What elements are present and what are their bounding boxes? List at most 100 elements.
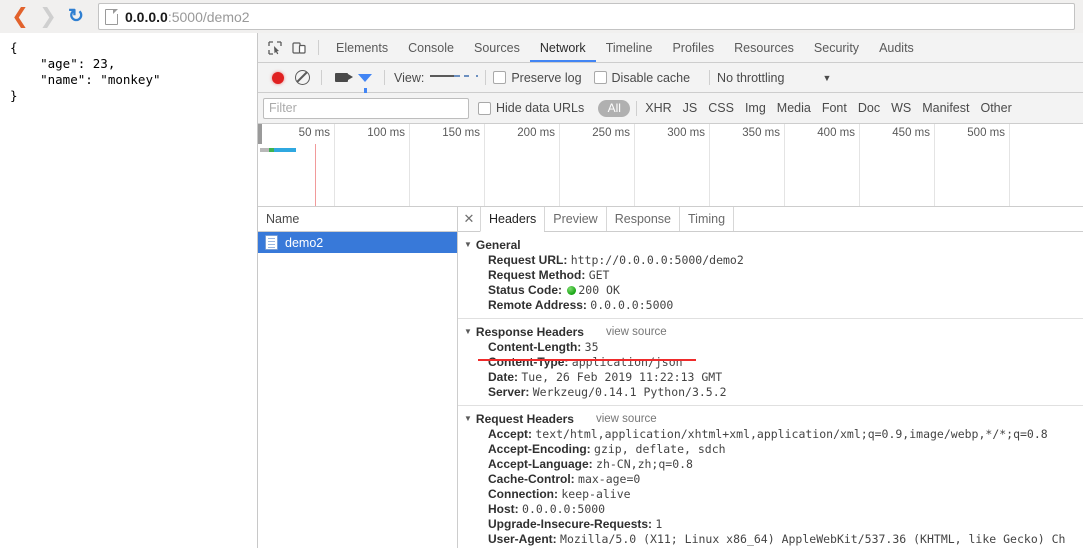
network-split-pane: Name demo2 ✕ Headers Preview Response Ti… (258, 207, 1083, 548)
page-viewport: { "age": 23, "name": "monkey" } (0, 33, 258, 548)
checkbox-box (493, 71, 507, 84)
header-key: Upgrade-Insecure-Requests: (488, 517, 653, 531)
hide-data-urls-checkbox[interactable]: Hide data URLs (478, 101, 584, 115)
filter-type-js[interactable]: JS (683, 101, 698, 115)
clear-icon[interactable] (290, 67, 314, 89)
header-row: Request Method: GET (464, 268, 1083, 283)
devtools-tabbar: Elements Console Sources Network Timelin… (258, 33, 1083, 63)
header-row: Cache-Control: max-age=0 (464, 472, 1083, 487)
tab-profiles[interactable]: Profiles (662, 34, 724, 62)
headers-content: ▼ General Request URL: http://0.0.0.0:50… (458, 232, 1083, 548)
header-row-content-type: Content-Type: application/json (464, 355, 1083, 370)
section-response-headers-title[interactable]: ▼ Response Headers view source (464, 324, 1083, 340)
funnel-filter-icon[interactable] (353, 67, 377, 93)
detail-tab-headers[interactable]: Headers (480, 207, 545, 232)
triangle-down-icon: ▼ (464, 327, 472, 336)
throttling-dropdown[interactable]: No throttling ▼ (717, 71, 831, 85)
disable-cache-checkbox[interactable]: Disable cache (593, 70, 691, 85)
tab-resources[interactable]: Resources (724, 34, 804, 62)
triangle-down-icon: ▼ (464, 240, 472, 249)
filter-type-other[interactable]: Other (980, 101, 1011, 115)
detail-tab-preview[interactable]: Preview (544, 207, 605, 231)
header-value: 0.0.0.0:5000 (522, 502, 606, 516)
waterfall-view-icon[interactable] (454, 67, 479, 89)
overview-tick-label: 400 ms (817, 127, 855, 139)
column-header-name: Name (258, 207, 457, 232)
section-request-headers-title[interactable]: ▼ Request Headers view source (464, 411, 1083, 427)
tab-elements[interactable]: Elements (326, 34, 398, 62)
filter-type-manifest[interactable]: Manifest (922, 101, 969, 115)
filter-type-ws[interactable]: WS (891, 101, 911, 115)
detail-tab-timing[interactable]: Timing (679, 207, 735, 231)
section-general-title[interactable]: ▼ General (464, 237, 1083, 253)
filter-input[interactable] (263, 97, 469, 119)
tab-sources[interactable]: Sources (464, 34, 530, 62)
controls-divider-2 (384, 70, 385, 85)
network-overview-timeline[interactable]: 50 ms 100 ms 150 ms 200 ms 250 ms 300 ms… (258, 124, 1083, 207)
header-key: Connection: (488, 487, 558, 501)
header-key: Remote Address: (488, 298, 587, 312)
tab-console[interactable]: Console (398, 34, 464, 62)
filter-type-doc[interactable]: Doc (858, 101, 880, 115)
close-icon[interactable]: ✕ (458, 207, 480, 231)
section-response-headers: ▼ Response Headers view source Content-L… (458, 318, 1083, 405)
header-row: Server: Werkzeug/0.14.1 Python/3.5.2 (464, 385, 1083, 400)
json-response-body: { "age": 23, "name": "monkey" } (10, 40, 161, 103)
header-value: application/json (571, 355, 683, 369)
throttling-value: No throttling (717, 70, 785, 85)
header-row: Upgrade-Insecure-Requests: 1 (464, 517, 1083, 532)
request-detail-pane: ✕ Headers Preview Response Timing ▼ Gene… (458, 207, 1083, 548)
section-title-text: General (475, 238, 521, 252)
camera-icon[interactable] (329, 67, 353, 89)
tab-security[interactable]: Security (804, 34, 869, 62)
filter-type-all[interactable]: All (598, 99, 631, 117)
filter-type-font[interactable]: Font (822, 101, 847, 115)
header-value: keep-alive (561, 487, 631, 501)
forward-arrow-icon[interactable]: ❯ (34, 3, 62, 31)
device-toolbar-icon[interactable] (287, 37, 311, 59)
preserve-log-checkbox[interactable]: Preserve log (493, 71, 582, 85)
view-label: View: (394, 70, 425, 85)
tab-timeline[interactable]: Timeline (596, 34, 663, 62)
header-value: 35 (584, 340, 599, 354)
overview-request-bar (260, 148, 296, 152)
filter-type-img[interactable]: Img (745, 101, 766, 115)
disable-cache-label: Disable cache (611, 70, 691, 85)
header-key: Host: (488, 502, 519, 516)
view-source-link[interactable]: view source (596, 411, 657, 427)
header-row: Content-Length: 35 (464, 340, 1083, 355)
overview-tick-label: 300 ms (667, 127, 705, 139)
header-row: Request URL: http://0.0.0.0:5000/demo2 (464, 253, 1083, 268)
list-view-icon[interactable] (430, 67, 455, 89)
overview-event-marker (315, 144, 316, 206)
header-row: Date: Tue, 26 Feb 2019 11:22:13 GMT (464, 370, 1083, 385)
header-value: GET (588, 268, 610, 282)
header-row: Accept: text/html,application/xhtml+xml,… (464, 427, 1083, 442)
back-arrow-icon[interactable]: ❮ (6, 3, 34, 31)
filter-type-media[interactable]: Media (777, 101, 811, 115)
overview-tick-label: 150 ms (442, 127, 480, 139)
detail-tab-response[interactable]: Response (605, 207, 679, 231)
header-value: 0.0.0.0:5000 (590, 298, 674, 312)
filter-type-xhr[interactable]: XHR (645, 101, 671, 115)
status-ok-dot-icon (567, 286, 577, 295)
section-request-headers: ▼ Request Headers view source Accept: te… (458, 405, 1083, 548)
triangle-down-icon: ▼ (464, 414, 472, 423)
controls-divider-3 (485, 70, 487, 85)
header-row: Accept-Language: zh-CN,zh;q=0.8 (464, 457, 1083, 472)
filter-type-css[interactable]: CSS (708, 101, 734, 115)
checkbox-box (478, 101, 491, 115)
tab-audits[interactable]: Audits (869, 34, 924, 62)
reload-icon[interactable]: ↻ (62, 3, 90, 31)
section-general: ▼ General Request URL: http://0.0.0.0:50… (458, 237, 1083, 318)
inspect-element-icon[interactable] (263, 37, 287, 59)
record-button-icon[interactable] (266, 67, 290, 89)
browser-window: ❮ ❯ ↻ 0.0.0.0:5000/demo2 { "age": 23, "n… (0, 0, 1083, 548)
view-source-link[interactable]: view source (606, 324, 667, 340)
header-row: Accept-Encoding: gzip, deflate, sdch (464, 442, 1083, 457)
request-row-demo2[interactable]: demo2 (258, 232, 457, 253)
address-bar[interactable]: 0.0.0.0:5000/demo2 (98, 3, 1075, 30)
header-row: Remote Address: 0.0.0.0:5000 (464, 298, 1083, 313)
overview-tick-label: 50 ms (298, 127, 330, 139)
tab-network[interactable]: Network (530, 34, 596, 62)
